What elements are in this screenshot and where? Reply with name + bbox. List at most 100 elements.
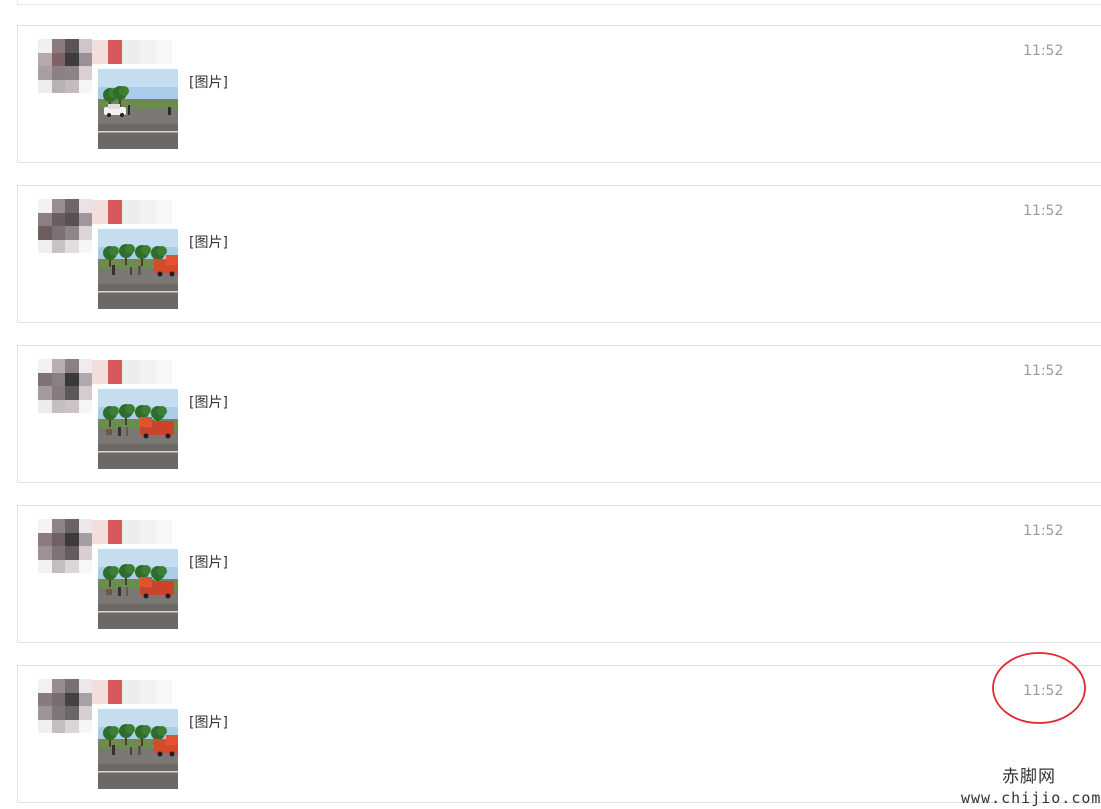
avatar[interactable]	[38, 519, 92, 573]
avatar-pixel	[78, 706, 92, 720]
avatar-pixel	[51, 559, 65, 573]
avatar[interactable]	[38, 199, 92, 253]
avatar-pixel	[78, 399, 92, 413]
name-blur-block	[108, 360, 122, 384]
avatar-pixel	[65, 719, 79, 733]
image-thumbnail[interactable]	[98, 69, 178, 149]
avatar-pixel	[78, 532, 92, 546]
name-blur-block	[140, 680, 156, 704]
avatar-pixel	[78, 359, 92, 373]
avatar-pixel	[38, 226, 52, 240]
avatar-pixel	[51, 199, 65, 213]
avatar-pixel	[51, 386, 65, 400]
avatar-pixel	[38, 359, 52, 373]
name-blur-block	[122, 40, 140, 64]
avatar-pixel	[65, 519, 79, 533]
avatar-pixel	[78, 372, 92, 386]
avatar-pixel	[51, 212, 65, 226]
name-blur-block	[92, 40, 108, 64]
message-card[interactable]: [图片] 11:52	[17, 25, 1101, 163]
avatar-pixel	[78, 546, 92, 560]
avatar-pixel	[51, 679, 65, 693]
avatar-pixel	[78, 66, 92, 80]
name-blur-block	[156, 40, 172, 64]
name-blur-block	[122, 680, 140, 704]
image-thumbnail[interactable]	[98, 709, 178, 789]
avatar-pixel	[38, 559, 52, 573]
avatar-pixel	[65, 79, 79, 93]
avatar-pixel	[65, 66, 79, 80]
avatar-pixel	[65, 239, 79, 253]
message-card[interactable]: [图片] 11:52	[17, 665, 1101, 803]
name-blur-block	[140, 40, 156, 64]
road-scene-photo	[98, 709, 178, 789]
avatar-pixel	[38, 52, 52, 66]
message-text: [图片]	[189, 75, 228, 91]
avatar-pixel	[38, 66, 52, 80]
name-blur-block	[156, 360, 172, 384]
watermark-site-name: 赤脚网	[1002, 767, 1056, 787]
avatar-pixel	[78, 239, 92, 253]
avatar-pixel	[38, 519, 52, 533]
avatar-pixel	[38, 532, 52, 546]
name-blur-block	[92, 360, 108, 384]
avatar-pixel	[78, 39, 92, 53]
avatar-pixel	[78, 386, 92, 400]
avatar-pixel	[51, 706, 65, 720]
avatar-pixel	[65, 226, 79, 240]
sender-name	[92, 520, 172, 544]
avatar[interactable]	[38, 39, 92, 93]
message-card[interactable]: [图片] 11:52	[17, 185, 1101, 323]
name-blur-block	[92, 200, 108, 224]
message-card[interactable]: [图片] 11:52	[17, 345, 1101, 483]
watermark-url: www.chijio.com	[961, 789, 1101, 807]
avatar-pixel	[51, 372, 65, 386]
avatar-pixel	[65, 199, 79, 213]
avatar-pixel	[38, 372, 52, 386]
avatar-pixel	[38, 199, 52, 213]
avatar-pixel	[38, 386, 52, 400]
name-blur-block	[156, 680, 172, 704]
message-text: [图片]	[189, 235, 228, 251]
avatar-pixel	[51, 39, 65, 53]
avatar-pixel	[78, 79, 92, 93]
avatar-pixel	[65, 359, 79, 373]
message-list-page: [图片] 11:52 [图片] 11:52 [图片] 11:52 [图片] 11…	[0, 0, 1101, 809]
avatar-pixel	[78, 212, 92, 226]
avatar-pixel	[51, 66, 65, 80]
message-time: 11:52	[1023, 523, 1064, 539]
message-text: [图片]	[189, 395, 228, 411]
road-scene-photo	[98, 549, 178, 629]
sender-name	[92, 680, 172, 704]
avatar-pixel	[51, 52, 65, 66]
avatar-pixel	[65, 52, 79, 66]
road-scene-photo	[98, 229, 178, 309]
avatar-pixel	[65, 532, 79, 546]
image-thumbnail[interactable]	[98, 389, 178, 469]
avatar-pixel	[51, 532, 65, 546]
image-thumbnail[interactable]	[98, 229, 178, 309]
avatar-pixel	[78, 52, 92, 66]
avatar-pixel	[65, 692, 79, 706]
avatar[interactable]	[38, 679, 92, 733]
avatar[interactable]	[38, 359, 92, 413]
sender-name	[92, 40, 172, 64]
avatar-pixel	[38, 692, 52, 706]
avatar-pixel	[78, 199, 92, 213]
avatar-pixel	[65, 546, 79, 560]
avatar-pixel	[65, 386, 79, 400]
avatar-pixel	[51, 719, 65, 733]
avatar-pixel	[78, 679, 92, 693]
name-blur-block	[92, 520, 108, 544]
avatar-pixel	[51, 399, 65, 413]
sender-name	[92, 360, 172, 384]
image-thumbnail[interactable]	[98, 549, 178, 629]
avatar-pixel	[51, 359, 65, 373]
name-blur-block	[122, 200, 140, 224]
message-text: [图片]	[189, 555, 228, 571]
road-scene-photo	[98, 389, 178, 469]
avatar-pixel	[38, 546, 52, 560]
message-card[interactable]: [图片] 11:52	[17, 505, 1101, 643]
avatar-pixel	[65, 706, 79, 720]
message-time: 11:52	[1023, 203, 1064, 219]
